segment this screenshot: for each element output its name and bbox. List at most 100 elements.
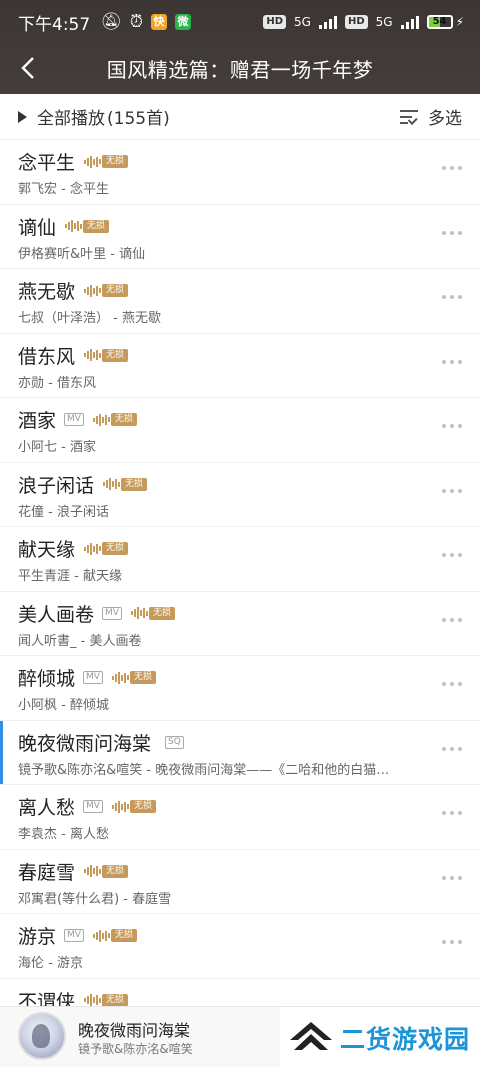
song-artist-album: 镜予歌&陈亦洺&喧笑 - 晚夜微雨问海棠——《二哈和他的白猫… xyxy=(18,762,390,778)
song-row[interactable]: 献天缘 无损平生青涯 - 献天缘 xyxy=(0,527,480,592)
battery-icon: 54 ⚡︎ xyxy=(426,15,464,29)
mini-player[interactable]: 晚夜微雨问海棠 镜予歌&陈亦洺&喧笑 二货游戏园 xyxy=(0,1006,480,1067)
app-notification-icon: 快 xyxy=(151,14,168,30)
song-title: 燕无歇 xyxy=(18,281,76,303)
lossless-badge: 无损 xyxy=(83,155,129,168)
mv-badge[interactable]: MV xyxy=(102,606,122,620)
song-row[interactable]: 借东风 无损 亦勋 - 借东风 xyxy=(0,334,480,398)
song-title: 晚夜微雨问海棠 xyxy=(18,732,152,755)
waveform-icon xyxy=(111,800,130,813)
song-row[interactable]: 谪仙 无损 伊格赛听&叶里 - 谪仙 xyxy=(0,205,480,269)
song-row[interactable]: 游京 MV 无损 海伦 - 游京 xyxy=(0,914,480,979)
song-title-line: 念平生 无损 xyxy=(18,148,129,175)
signal-icon xyxy=(400,15,419,29)
song-artist-album: 小阿枫 - 醉倾城 xyxy=(18,698,109,713)
song-row[interactable]: 醉倾城 MV 无损 小阿枫 - 醉倾城 xyxy=(0,656,480,721)
more-options-icon[interactable] xyxy=(442,682,462,688)
lossless-badge: 无损 xyxy=(64,219,110,233)
more-options-icon[interactable] xyxy=(442,230,462,237)
now-playing-artist: 镜予歌&陈亦洺&喧笑 xyxy=(78,1042,193,1056)
more-options-icon[interactable] xyxy=(442,295,462,301)
waveform-icon xyxy=(130,607,149,620)
song-row[interactable]: 离人愁 MV 无损 李袁杰 - 离人愁 xyxy=(0,785,480,850)
back-button[interactable] xyxy=(0,46,56,90)
play-icon[interactable] xyxy=(18,110,27,123)
song-artist-album: 花僮 - 浪子闲话 xyxy=(18,504,109,520)
more-options-icon[interactable] xyxy=(442,940,462,946)
lossless-label: 无损 xyxy=(83,219,110,233)
title-bar: 国风精选篇：赠君一场千年梦 xyxy=(0,46,480,90)
signal-icon xyxy=(318,15,337,29)
song-title: 游京 xyxy=(18,926,57,948)
song-title-line: 离人愁 MV 无损 xyxy=(18,793,156,820)
song-row[interactable]: 晚夜微雨问海棠 SQ 镜予歌&陈亦洺&喧笑 - 晚夜微雨问海棠——《二哈和他的白猫… xyxy=(0,720,480,785)
status-bar: 下午4:57 🔕︎ ⏰︎ 快 微 HD 5G HD 5G 54 ⚡︎ xyxy=(18,10,464,35)
sq-badge: SQ xyxy=(165,735,184,749)
waveform-icon xyxy=(83,284,102,297)
song-title: 春庭雪 xyxy=(18,861,76,884)
lossless-label: 无损 xyxy=(129,671,156,684)
song-row[interactable]: 美人画卷 MV 无损 闻人听書_ - 美人画卷 xyxy=(0,592,480,656)
more-options-icon[interactable] xyxy=(442,166,462,172)
song-row[interactable]: 燕无歇 无损 七叔（叶泽浩） - 燕无歇 xyxy=(0,269,480,334)
more-options-icon[interactable] xyxy=(442,553,462,559)
song-title-line: 燕无歇 无损 xyxy=(18,277,129,304)
lossless-badge: 无损 xyxy=(92,413,137,426)
more-options-icon[interactable] xyxy=(442,359,462,366)
mv-badge[interactable]: MV xyxy=(83,800,103,813)
song-title: 谪仙 xyxy=(18,216,57,239)
charging-icon: ⚡︎ xyxy=(455,15,464,29)
song-artist-album: 李袁杰 - 离人愁 xyxy=(18,827,109,842)
song-row[interactable]: 不谓侠 无损 xyxy=(0,979,480,1006)
waveform-icon xyxy=(83,994,102,1006)
lossless-label: 无损 xyxy=(121,477,148,491)
waveform-icon xyxy=(64,220,83,233)
lossless-badge: 无损 xyxy=(83,864,129,878)
song-title-line: 游京 MV 无损 xyxy=(18,922,137,949)
multi-select-label: 多选 xyxy=(428,109,462,129)
song-title-line: 不谓侠 无损 xyxy=(18,987,129,1006)
page-title: 国风精选篇：赠君一场千年梦 xyxy=(106,57,374,82)
album-cover[interactable] xyxy=(18,1012,66,1060)
more-options-icon[interactable] xyxy=(442,424,462,430)
song-row[interactable]: 浪子闲话 无损 花僮 - 浪子闲话 xyxy=(0,463,480,527)
more-options-icon[interactable] xyxy=(442,875,462,882)
multi-select-button[interactable]: 多选 xyxy=(400,104,462,129)
song-row[interactable]: 春庭雪 无损 邓寓君(等什么君) - 春庭雪 xyxy=(0,850,480,914)
song-row[interactable]: 酒家 MV 无损小阿七 - 酒家 xyxy=(0,398,480,463)
mv-badge[interactable]: MV xyxy=(64,413,84,426)
play-all-button[interactable]: 全部播放 xyxy=(37,104,105,129)
chevron-left-icon xyxy=(21,57,34,79)
waveform-icon xyxy=(83,349,102,362)
more-options-icon[interactable] xyxy=(442,488,462,495)
song-title-line: 谪仙 无损 xyxy=(18,213,110,240)
more-options-icon[interactable] xyxy=(442,617,462,624)
song-title: 离人愁 xyxy=(18,797,76,819)
more-options-icon[interactable] xyxy=(442,811,462,817)
lossless-badge: 无损 xyxy=(130,606,175,620)
lossless-badge: 无损 xyxy=(83,348,129,362)
status-icons: 🔕︎ ⏰︎ 快 微 xyxy=(100,12,192,32)
song-title: 酒家 xyxy=(18,410,57,432)
waveform-icon xyxy=(92,413,111,426)
song-artist-album: 小阿七 - 酒家 xyxy=(18,440,96,455)
mv-badge[interactable]: MV xyxy=(83,671,103,684)
lossless-label: 无损 xyxy=(102,542,129,555)
status-right: HD 5G HD 5G 54 ⚡︎ xyxy=(263,15,464,29)
network-label: 5G xyxy=(294,15,311,29)
song-row[interactable]: 念平生 无损 郭飞宏 - 念平生 xyxy=(0,140,480,205)
song-title-line: 献天缘 无损 xyxy=(18,535,129,562)
hd-icon: HD xyxy=(263,15,287,29)
lossless-badge: 无损 xyxy=(92,929,137,942)
header: 下午4:57 🔕︎ ⏰︎ 快 微 HD 5G HD 5G 54 ⚡︎ 国风精选篇… xyxy=(0,0,480,94)
song-list: 念平生 无损 郭飞宏 - 念平生 谪仙 无损 伊格赛听&叶里 - 谪仙 燕无歇 无损 七叔（叶泽… xyxy=(0,140,480,1006)
battery-percent: 54 xyxy=(432,16,447,27)
lossless-badge: 无损 xyxy=(102,477,148,491)
more-options-icon[interactable] xyxy=(442,746,462,753)
lossless-label: 无损 xyxy=(102,155,129,168)
mute-icon: 🔕︎ xyxy=(100,12,122,32)
mv-badge[interactable]: MV xyxy=(64,929,84,942)
song-artist-album: 平生青涯 - 献天缘 xyxy=(18,569,122,584)
song-title-line: 晚夜微雨问海棠 SQ xyxy=(18,729,184,756)
lossless-label: 无损 xyxy=(110,929,137,942)
